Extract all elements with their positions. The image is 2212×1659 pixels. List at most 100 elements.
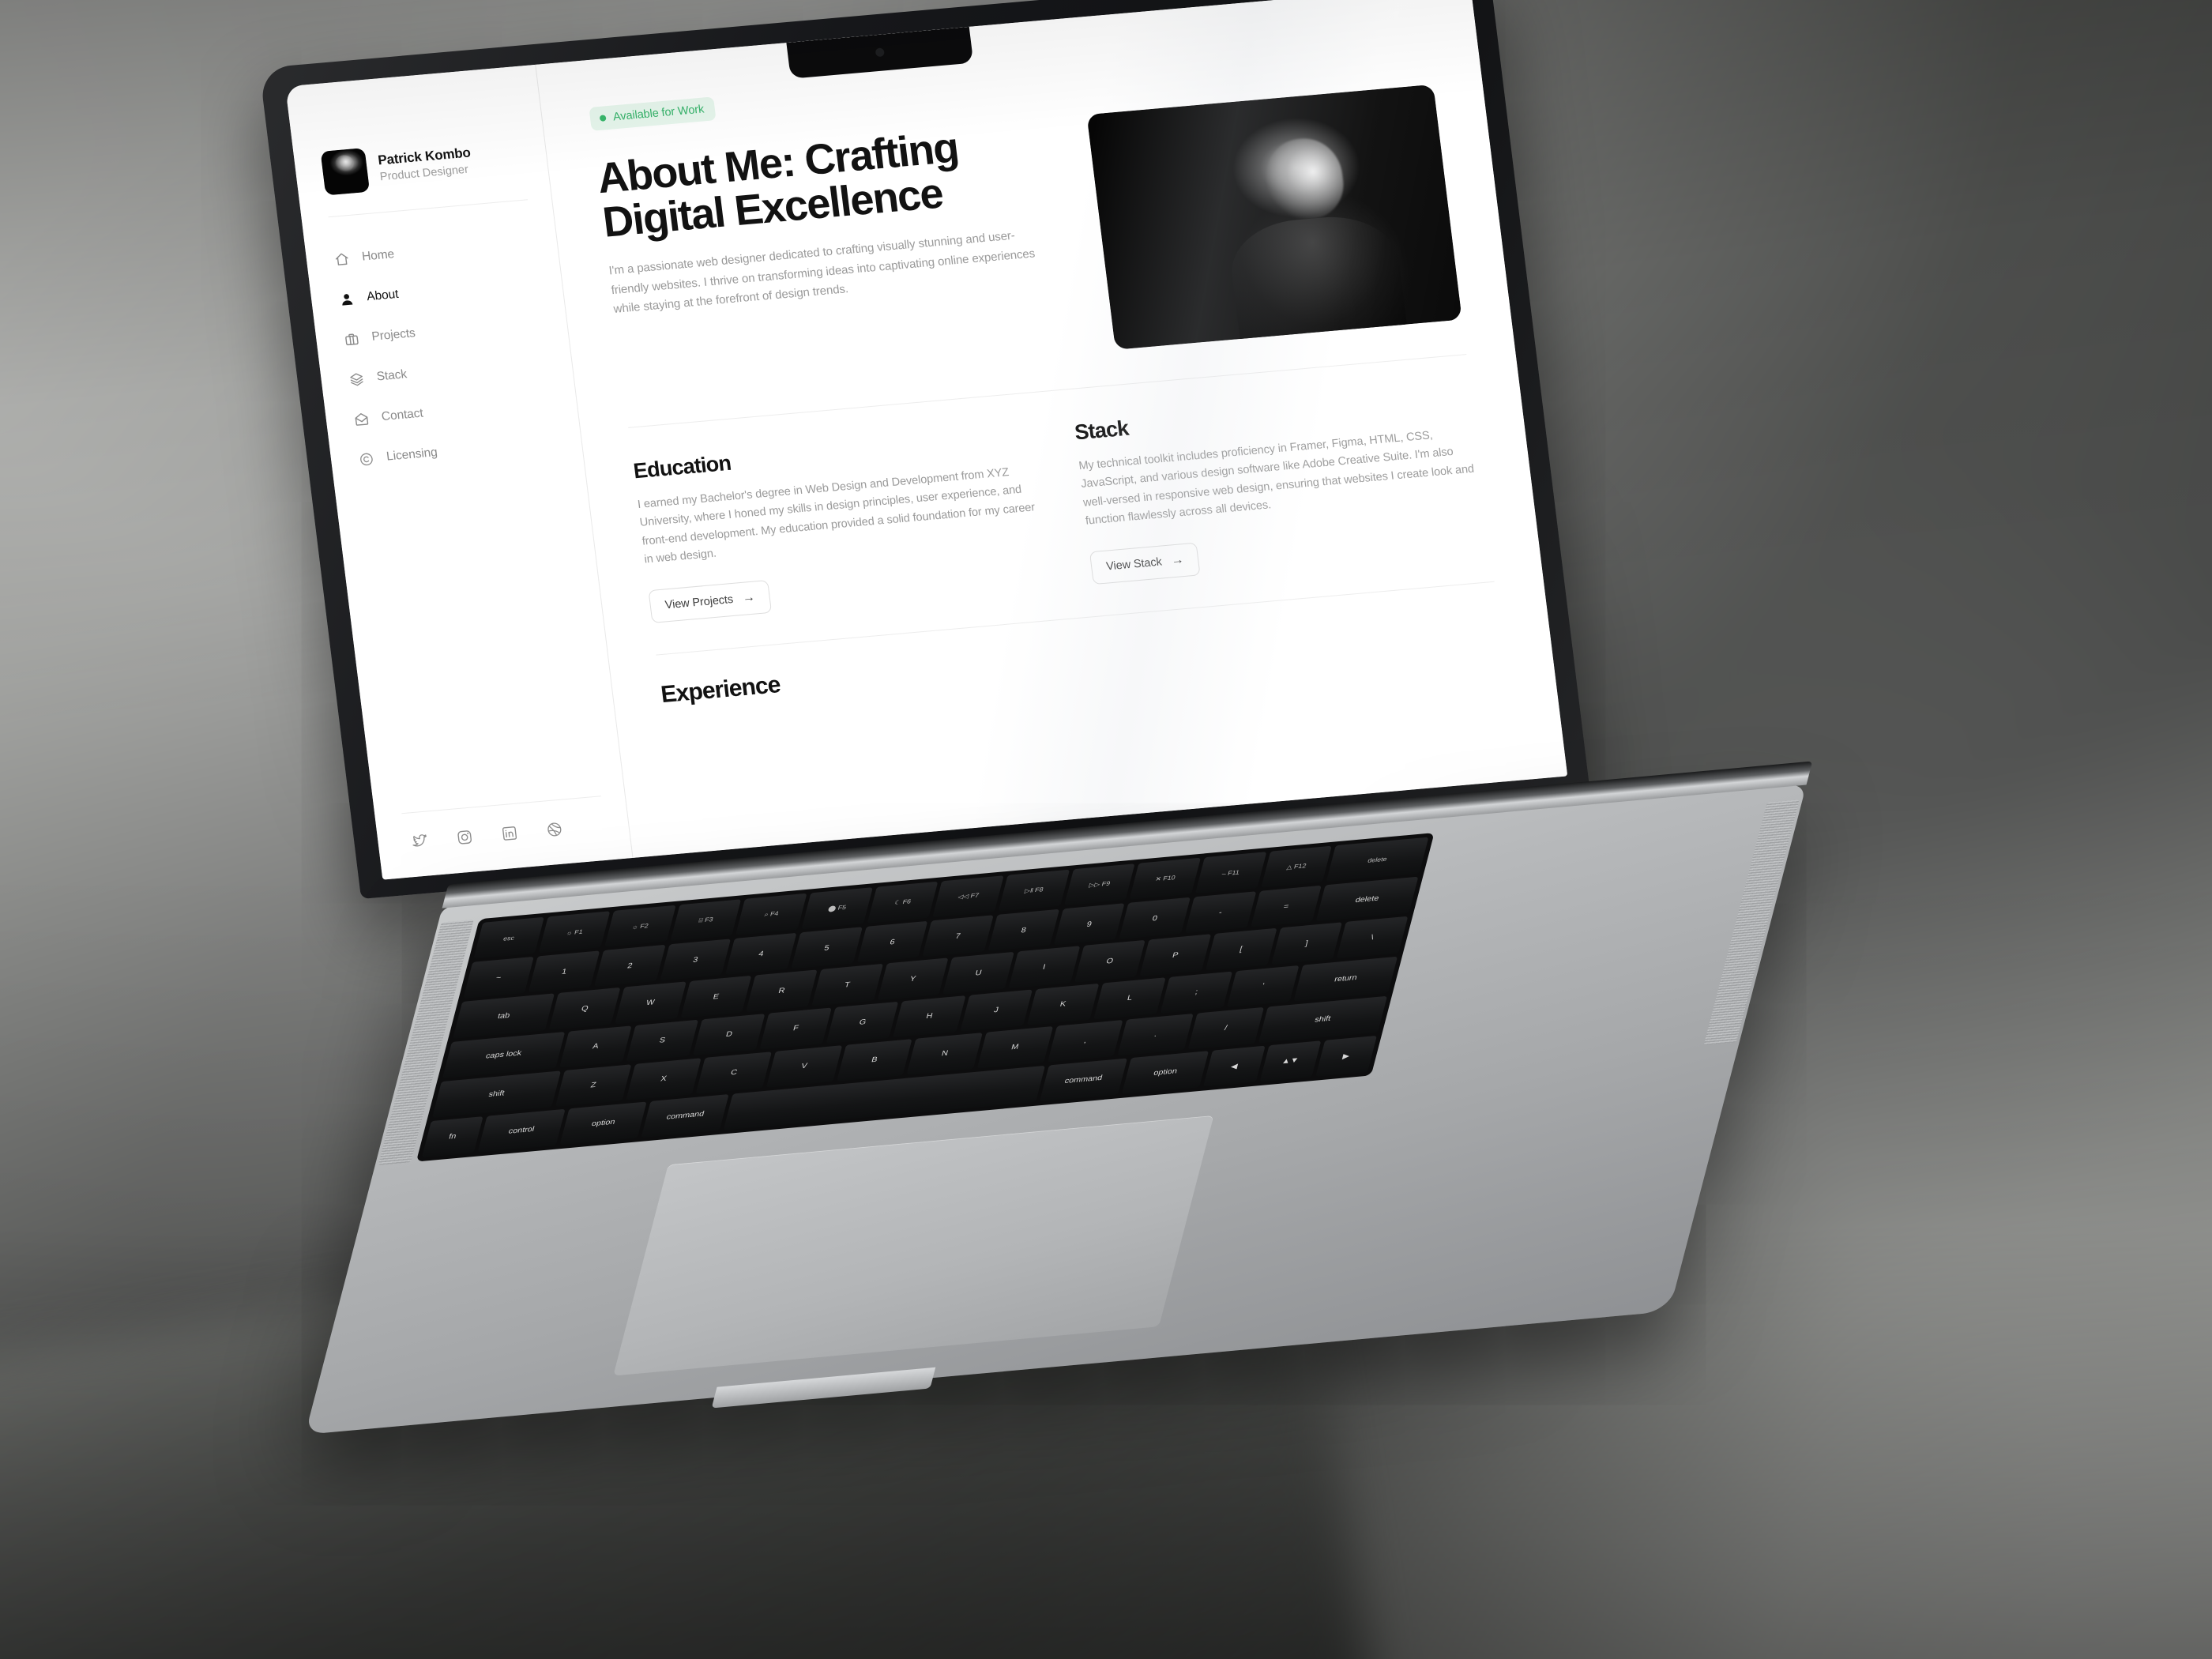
- sidebar-divider: [328, 199, 529, 218]
- key-=[interactable]: =: [1250, 885, 1322, 928]
- key-✕-f10[interactable]: ✕ F10: [1129, 857, 1201, 900]
- key-m[interactable]: M: [976, 1025, 1053, 1069]
- portrait-image: [1086, 84, 1462, 350]
- key-△-f12[interactable]: △ F12: [1260, 845, 1333, 888]
- key-⌸-f3[interactable]: ⌸ F3: [670, 899, 742, 942]
- key-~[interactable]: ~: [463, 956, 535, 999]
- instagram-icon[interactable]: [455, 829, 473, 847]
- user-icon: [337, 291, 355, 308]
- key-b[interactable]: B: [836, 1038, 912, 1082]
- key-tab[interactable]: tab: [452, 993, 555, 1039]
- key-delete[interactable]: delete: [1315, 876, 1419, 922]
- key-.[interactable]: .: [1117, 1013, 1194, 1056]
- key-◁◁-f7[interactable]: ◁◁ F7: [932, 875, 1004, 918]
- key-][interactable]: ]: [1270, 922, 1343, 965]
- key-f[interactable]: F: [759, 1007, 833, 1050]
- hero-section: About Me: Crafting Digital Excellence I'…: [595, 84, 1462, 393]
- key-▶[interactable]: ▶: [1315, 1035, 1377, 1077]
- key-c[interactable]: C: [695, 1051, 772, 1094]
- sidebar-item-projects[interactable]: Projects: [343, 314, 544, 348]
- key-☾-f6[interactable]: ☾ F6: [867, 881, 939, 924]
- key-▷‖-f8[interactable]: ▷‖ F8: [998, 869, 1070, 912]
- key-5[interactable]: 5: [791, 927, 863, 969]
- key-2[interactable]: 2: [594, 944, 666, 988]
- sidebar-item-stack[interactable]: Stack: [348, 355, 549, 388]
- key-d[interactable]: D: [693, 1013, 766, 1055]
- linkedin-icon[interactable]: [500, 825, 518, 843]
- key-q[interactable]: Q: [549, 988, 621, 1030]
- key-/[interactable]: /: [1187, 1006, 1264, 1050]
- key-return[interactable]: return: [1293, 956, 1398, 1002]
- key--[interactable]: -: [1184, 891, 1256, 934]
- key-☼-f2[interactable]: ☼ F2: [604, 905, 676, 947]
- key-7[interactable]: 7: [922, 915, 994, 957]
- key-w[interactable]: W: [615, 981, 687, 1024]
- key-▷▷-f9[interactable]: ▷▷ F9: [1063, 863, 1135, 906]
- key-command[interactable]: command: [641, 1093, 729, 1138]
- key-1[interactable]: 1: [529, 950, 600, 993]
- arrow-right-icon: →: [741, 590, 756, 605]
- key-n[interactable]: N: [906, 1032, 983, 1075]
- key-9[interactable]: 9: [1053, 903, 1125, 946]
- key-☼-f1[interactable]: ☼ F1: [539, 911, 611, 954]
- key-g[interactable]: G: [826, 1001, 899, 1044]
- view-projects-button[interactable]: View Projects →: [648, 579, 773, 623]
- key-3[interactable]: 3: [660, 939, 732, 981]
- key-fn[interactable]: fn: [421, 1116, 483, 1158]
- laptop-lid: Patrick Kombo Product Designer Home Abou…: [259, 0, 1590, 900]
- key-s[interactable]: S: [626, 1019, 699, 1062]
- key-j[interactable]: J: [960, 989, 1033, 1032]
- key-l[interactable]: L: [1093, 976, 1166, 1020]
- key-control[interactable]: control: [477, 1108, 566, 1153]
- key-y[interactable]: Y: [877, 957, 949, 1000]
- status-badge-label: Available for Work: [612, 103, 705, 124]
- avatar: [320, 148, 371, 196]
- key-⬤-f5[interactable]: ⬤ F5: [801, 887, 873, 930]
- sidebar-item-home[interactable]: Home: [333, 235, 534, 268]
- key-\[interactable]: \: [1336, 916, 1409, 959]
- key-e[interactable]: E: [680, 976, 752, 1018]
- key-⌕-f4[interactable]: ⌕ F4: [735, 893, 807, 935]
- key-option[interactable]: option: [1121, 1050, 1209, 1094]
- key-command[interactable]: command: [1039, 1058, 1127, 1102]
- key-option[interactable]: option: [559, 1101, 648, 1146]
- portfolio-page: Patrick Kombo Product Designer Home Abou…: [285, 0, 1568, 880]
- key-[[interactable]: [: [1205, 928, 1277, 971]
- trackpad[interactable]: [613, 1115, 1214, 1376]
- twitter-icon[interactable]: [411, 833, 429, 851]
- key-esc[interactable]: esc: [473, 916, 545, 959]
- sidebar-item-label: Stack: [375, 367, 408, 384]
- key-a[interactable]: A: [559, 1025, 632, 1068]
- key-t[interactable]: T: [811, 964, 883, 1006]
- key-p[interactable]: P: [1139, 934, 1211, 976]
- key-h[interactable]: H: [893, 995, 966, 1038]
- stack-section: Stack My technical toolkit includes prof…: [1074, 386, 1491, 585]
- key-x[interactable]: X: [625, 1058, 702, 1100]
- sidebar-item-contact[interactable]: Contact: [352, 394, 554, 427]
- key-6[interactable]: 6: [856, 920, 928, 964]
- sidebar-item-about[interactable]: About: [337, 274, 539, 307]
- profile-block[interactable]: Patrick Kombo Product Designer: [320, 134, 525, 196]
- key-;[interactable]: ;: [1160, 971, 1233, 1014]
- key-k[interactable]: K: [1026, 983, 1100, 1025]
- key-delete[interactable]: delete: [1326, 837, 1429, 882]
- key-o[interactable]: O: [1074, 940, 1146, 983]
- key-r[interactable]: R: [746, 969, 818, 1012]
- key-0[interactable]: 0: [1119, 897, 1191, 940]
- key-i[interactable]: I: [1008, 946, 1080, 988]
- view-stack-button[interactable]: View Stack →: [1089, 542, 1201, 585]
- key-◀[interactable]: ◀: [1203, 1045, 1266, 1087]
- key-z[interactable]: Z: [555, 1064, 632, 1107]
- dribbble-icon[interactable]: [545, 821, 563, 839]
- key-4[interactable]: 4: [725, 932, 797, 976]
- key-'[interactable]: ': [1227, 965, 1300, 1007]
- key-8[interactable]: 8: [988, 908, 1059, 952]
- status-badge: Available for Work: [589, 96, 717, 131]
- key-v[interactable]: V: [766, 1044, 842, 1088]
- key-▲▼[interactable]: ▲▼: [1259, 1040, 1322, 1082]
- key-–-f11[interactable]: – F11: [1194, 852, 1267, 894]
- key-u[interactable]: U: [942, 952, 1014, 995]
- key-,[interactable]: ,: [1047, 1019, 1123, 1063]
- laptop-base: esc ☼ F1 ☼ F2 ⌸ F3 ⌕ F4 ⬤ F5 ☾ F6 ◁◁ F7 ▷‖ F8 ▷▷ …: [305, 761, 1813, 1435]
- main-content: Available for Work About Me: Crafting Di…: [536, 0, 1567, 858]
